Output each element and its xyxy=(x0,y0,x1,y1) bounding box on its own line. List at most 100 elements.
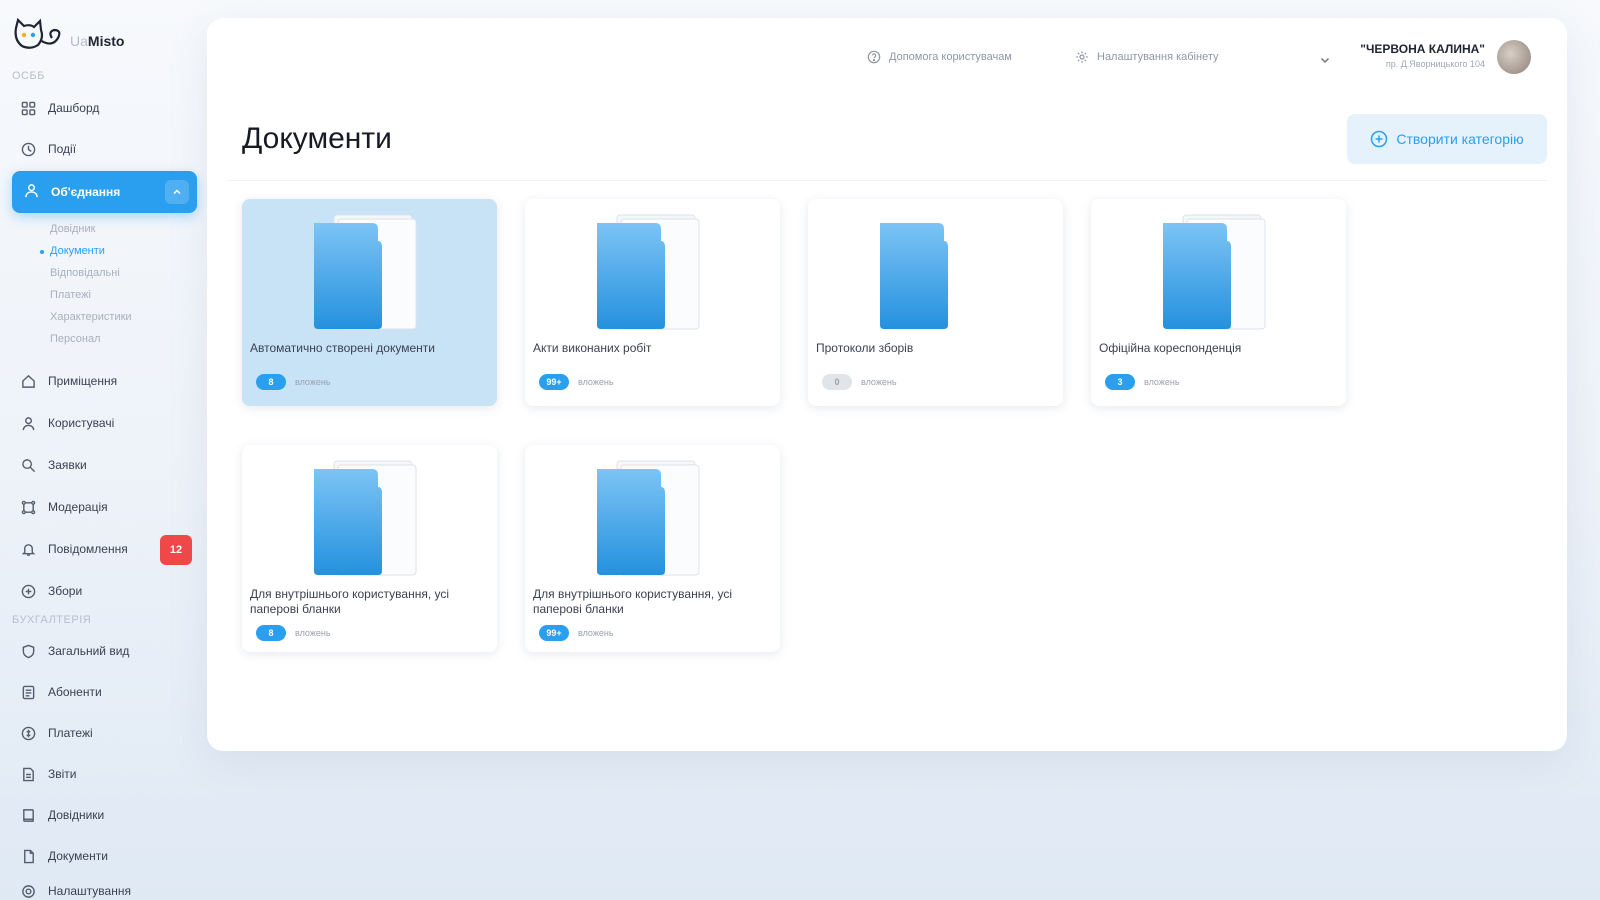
folder-card[interactable]: Для внутрішнього користування, усі папер… xyxy=(242,445,497,652)
folder-icon xyxy=(597,214,700,330)
card-name: Протоколи зборів xyxy=(816,341,914,355)
help-link[interactable]: Допомога користувачам xyxy=(867,50,1012,64)
settings-label: Налаштування кабінету xyxy=(1097,51,1219,63)
sidebar-item-label: Дашборд xyxy=(48,101,100,115)
sidebar-item-reports[interactable]: Звіти xyxy=(20,759,190,789)
folder-icon xyxy=(597,460,700,576)
card-count-badge: 3 xyxy=(1105,374,1135,390)
request-icon xyxy=(20,457,36,473)
user-icon xyxy=(20,415,36,431)
create-category-button[interactable]: Створити категорію xyxy=(1347,114,1547,164)
brand-name: UaMisto xyxy=(70,33,125,49)
main-panel: Допомога користувачам Налаштування кабін… xyxy=(207,18,1567,751)
card-count-badge: 99+ xyxy=(539,374,569,390)
section-label-main: ОСББ xyxy=(12,70,45,82)
folder-card[interactable]: Автоматично створені документи 8 вложень xyxy=(242,199,497,406)
chevron-up-icon[interactable] xyxy=(165,180,189,204)
sidebar: UaMisto ОСББ Дашборд Події Об'єднання До… xyxy=(0,0,205,900)
cabinet-settings-link[interactable]: Налаштування кабінету xyxy=(1075,50,1219,64)
sidebar-item-label: Платежі xyxy=(48,726,93,740)
folder-card[interactable]: Для внутрішнього користування, усі папер… xyxy=(525,445,780,652)
plus-circle-icon xyxy=(1371,130,1388,148)
subitem-directory[interactable]: Довідник xyxy=(50,223,95,235)
sidebar-item-overview[interactable]: Загальний вид xyxy=(20,636,190,666)
card-name: Для внутрішнього користування, усі папер… xyxy=(250,587,450,616)
meeting-icon xyxy=(20,583,36,599)
sidebar-item-events[interactable]: Події xyxy=(20,134,190,164)
folder-icon xyxy=(314,214,417,330)
card-count-label: вложень xyxy=(295,628,331,638)
sidebar-item-label: Події xyxy=(48,142,77,156)
settings-icon xyxy=(20,883,36,899)
create-category-label: Створити категорію xyxy=(1396,131,1524,147)
sidebar-item-dashboard[interactable]: Дашборд xyxy=(20,93,190,123)
sidebar-item-premises[interactable]: Приміщення xyxy=(20,366,190,396)
card-name: Для внутрішнього користування, усі папер… xyxy=(533,587,733,616)
coin-icon xyxy=(20,725,36,741)
sidebar-item-label: Довідники xyxy=(48,808,105,822)
folder-card[interactable]: Протоколи зборів 0 вложень xyxy=(808,199,1063,406)
sidebar-item-label: Користувачі xyxy=(48,416,115,430)
card-count-label: вложень xyxy=(1144,377,1180,387)
sidebar-item-settings[interactable]: Налаштування xyxy=(20,876,190,900)
sidebar-item-requests[interactable]: Заявки xyxy=(20,450,190,480)
logo[interactable]: UaMisto xyxy=(12,18,124,52)
folder-icon xyxy=(314,460,417,576)
sidebar-item-association[interactable]: Об'єднання xyxy=(12,171,197,213)
sidebar-item-moderation[interactable]: Модерація xyxy=(20,492,190,522)
moderation-icon xyxy=(20,499,36,515)
shield-icon xyxy=(20,643,36,659)
card-count-label: вложень xyxy=(578,628,614,638)
sidebar-item-directories[interactable]: Довідники xyxy=(20,800,190,830)
avatar[interactable] xyxy=(1497,40,1531,74)
clock-icon xyxy=(20,141,36,157)
users-icon xyxy=(24,183,39,201)
page-title: Документи xyxy=(242,122,392,155)
user-name: "ЧЕРВОНА КАЛИНА" xyxy=(1360,42,1485,56)
sidebar-item-label: Звіти xyxy=(48,767,77,781)
subitem-responsible[interactable]: Відповідальні xyxy=(50,267,120,279)
help-label: Допомога користувачам xyxy=(889,51,1012,63)
divider xyxy=(227,180,1547,181)
subitem-payments[interactable]: Платежі xyxy=(50,289,91,301)
folder-card[interactable]: Офіційна кореспонденція 3 вложень xyxy=(1091,199,1346,406)
sidebar-item-acc-payments[interactable]: Платежі xyxy=(20,718,190,748)
gear-icon xyxy=(1076,51,1088,63)
user-info[interactable]: "ЧЕРВОНА КАЛИНА" пр. Д.Яворницького 104 xyxy=(1337,42,1485,69)
card-name: Автоматично створені документи xyxy=(250,341,435,355)
subitem-documents[interactable]: Документи xyxy=(40,245,105,257)
sidebar-item-label: Загальний вид xyxy=(48,644,130,658)
card-name: Акти виконаних робіт xyxy=(533,341,652,355)
cat-logo-icon xyxy=(14,18,61,49)
card-count-badge: 8 xyxy=(256,625,286,641)
card-name: Офіційна кореспонденція xyxy=(1099,341,1242,355)
sidebar-item-label: Налаштування xyxy=(48,884,131,898)
subitem-staff[interactable]: Персонал xyxy=(50,333,101,345)
card-count-label: вложень xyxy=(295,377,331,387)
sidebar-item-label: Абоненти xyxy=(48,685,102,699)
sidebar-item-label: Документи xyxy=(48,849,108,863)
subscriber-icon xyxy=(20,684,36,700)
section-label-accounting: БУХГАЛТЕРІЯ xyxy=(12,614,92,626)
folder-icon xyxy=(880,223,948,329)
bell-icon xyxy=(20,541,36,557)
folder-icon xyxy=(1163,214,1266,330)
grid-icon xyxy=(20,100,36,116)
sidebar-item-meetings[interactable]: Збори xyxy=(20,576,190,606)
sidebar-item-acc-documents[interactable]: Документи xyxy=(20,841,190,871)
sidebar-item-label: Об'єднання xyxy=(51,185,121,199)
card-count-badge: 99+ xyxy=(539,625,569,641)
help-icon xyxy=(867,50,881,64)
sidebar-item-users[interactable]: Користувачі xyxy=(20,408,190,438)
card-count-badge: 8 xyxy=(256,374,286,390)
folder-card[interactable]: Акти виконаних робіт 99+ вложень xyxy=(525,199,780,406)
sidebar-item-subscribers[interactable]: Абоненти xyxy=(20,677,190,707)
notifications-badge: 12 xyxy=(160,535,192,565)
home-icon xyxy=(20,373,36,389)
sidebar-item-label: Приміщення xyxy=(48,374,118,388)
sidebar-item-label: Заявки xyxy=(48,458,87,472)
chevron-down-icon[interactable] xyxy=(1319,54,1331,66)
subitem-characteristics[interactable]: Характеристики xyxy=(50,311,132,323)
book-icon xyxy=(20,807,36,823)
card-count-label: вложень xyxy=(861,377,897,387)
